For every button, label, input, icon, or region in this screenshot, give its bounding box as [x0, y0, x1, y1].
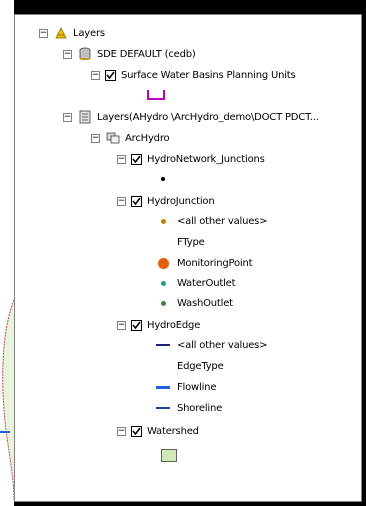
map-view-strip[interactable]: [0, 0, 14, 506]
window-top-edge: [0, 0, 366, 14]
edge-other-line-icon: [155, 344, 171, 346]
tree-node-hydronetwork-junctions[interactable]: − HydroNetwork_Junctions: [117, 151, 265, 167]
collapse-toggle-icon[interactable]: −: [63, 49, 72, 59]
tree-node-sde-default[interactable]: − SDE DEFAULT (cedb): [63, 46, 196, 62]
data-frame-icon: [77, 110, 93, 124]
group-layer-icon: [105, 131, 121, 145]
legend-item-other-values: <all other values>: [155, 213, 268, 229]
polygon-symbol-icon: [147, 90, 165, 100]
tree-node-hydrojunction[interactable]: − HydroJunction: [117, 193, 215, 209]
tree-node-surface-water-basins[interactable]: − Surface Water Basins Planning Units: [91, 67, 296, 83]
hydronetwork-junctions-label: HydroNetwork_Junctions: [147, 153, 265, 165]
layers-icon: [53, 26, 69, 40]
shoreline-icon: [155, 407, 171, 409]
surface-water-basins-label: Surface Water Basins Planning Units: [121, 69, 296, 81]
tree-node-watershed[interactable]: − Watershed: [117, 423, 199, 439]
table-of-contents-panel: − Layers − SDE DEFAULT (cedb) − Surface …: [14, 14, 362, 502]
tree-node-layers[interactable]: − Layers: [39, 25, 105, 41]
legend-item-edge-other-values: <all other values>: [155, 337, 268, 353]
layers-label: Layers: [73, 27, 105, 39]
legend-item-water-outlet: WaterOutlet: [155, 275, 236, 291]
tree-node-hydroedge[interactable]: − HydroEdge: [117, 317, 200, 333]
tree-node-archydro[interactable]: − ArcHydro: [91, 130, 170, 146]
legend-field-header: EdgeType: [177, 360, 224, 372]
sde-default-label: SDE DEFAULT (cedb): [97, 48, 196, 60]
visibility-checkbox[interactable]: [131, 319, 142, 331]
monitoring-point-icon: [155, 257, 171, 269]
legend-symbol-row: [161, 171, 165, 187]
archydro-label: ArcHydro: [125, 132, 170, 144]
collapse-toggle-icon[interactable]: −: [39, 28, 48, 38]
collapse-toggle-icon[interactable]: −: [117, 154, 126, 164]
flowline-icon: [155, 385, 171, 389]
expand-toggle-icon[interactable]: −: [117, 426, 126, 436]
junction-point-icon: [161, 177, 165, 181]
collapse-toggle-icon[interactable]: −: [91, 133, 100, 143]
visibility-checkbox[interactable]: [105, 69, 116, 81]
visibility-checkbox[interactable]: [131, 153, 142, 165]
visibility-checkbox[interactable]: [131, 195, 142, 207]
collapse-toggle-icon[interactable]: −: [63, 112, 72, 122]
hydrojunction-label: HydroJunction: [147, 195, 215, 207]
other-values-point-icon: [155, 218, 171, 224]
hydroedge-label: HydroEdge: [147, 319, 201, 331]
expand-toggle-icon[interactable]: −: [117, 196, 126, 206]
legend-item-flowline: Flowline: [155, 379, 216, 395]
legend-item-shoreline: Shoreline: [155, 400, 222, 416]
tree-node-layers-archydro[interactable]: − Layers(AHydro \ArcHydro_demo\DOCT PDCT…: [63, 109, 319, 125]
legend-item-wash-outlet: WashOutlet: [155, 295, 233, 311]
watershed-label: Watershed: [147, 425, 199, 437]
legend-symbol-row: [147, 87, 165, 103]
legend-item-monitoring-point: MonitoringPoint: [155, 255, 253, 271]
legend-field-header: FType: [177, 236, 205, 248]
water-outlet-icon: [155, 280, 171, 286]
legend-symbol-row: [161, 447, 177, 463]
wash-outlet-icon: [155, 300, 171, 306]
database-icon: [77, 47, 93, 61]
layers-archydro-label: Layers(AHydro \ArcHydro_demo\DOCT PDCT..…: [97, 111, 319, 123]
collapse-toggle-icon[interactable]: −: [117, 320, 126, 330]
visibility-checkbox[interactable]: [131, 425, 142, 437]
collapse-toggle-icon[interactable]: −: [91, 70, 100, 80]
watershed-polygon-icon: [161, 448, 177, 462]
